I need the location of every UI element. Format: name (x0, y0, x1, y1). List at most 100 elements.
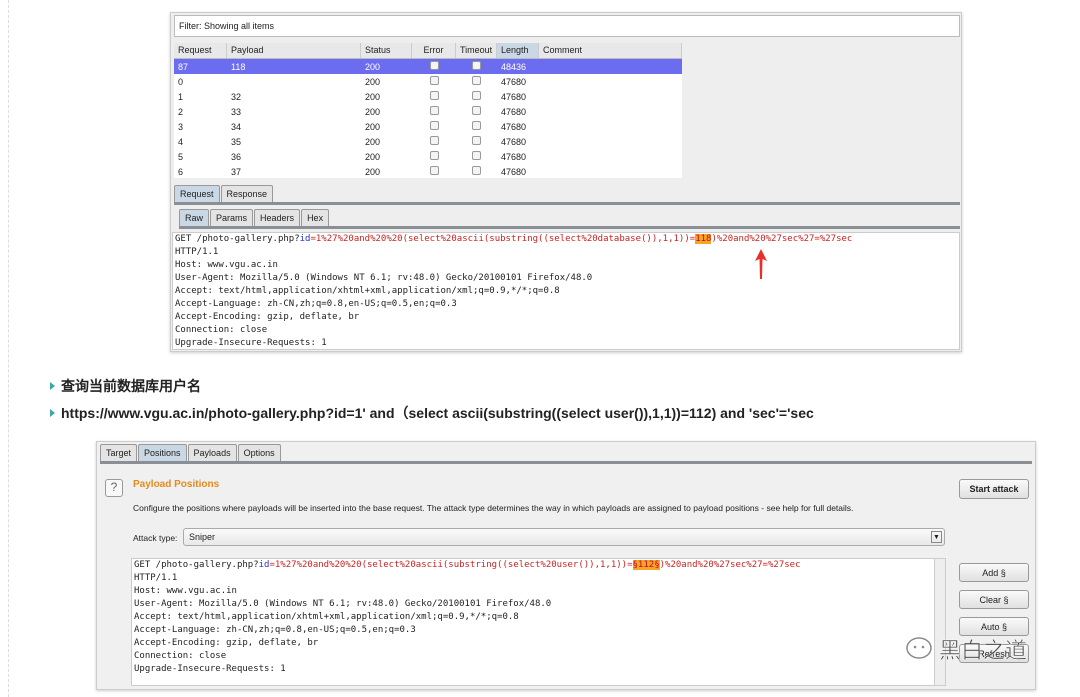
tab-headers[interactable]: Headers (254, 209, 301, 226)
header-line: Accept-Encoding: gzip, deflate, br (134, 638, 319, 648)
table-row[interactable]: 2 33 200 47680 (174, 104, 682, 119)
header-line: Accept: text/html,application/xhtml+xml,… (134, 612, 519, 622)
cell-request: 0 (178, 76, 184, 87)
cell-length: 47680 (501, 166, 527, 177)
cell-timeout (456, 61, 497, 72)
header-line: Connection: close (134, 651, 227, 661)
table-row[interactable]: 87 118 200 48436 (174, 59, 682, 74)
tab-raw[interactable]: Raw (179, 209, 210, 226)
request-param: id (299, 234, 311, 244)
cell-status: 200 (365, 136, 381, 147)
intruder-positions-window: Target Positions Payloads Options ? Payload… (96, 441, 1036, 690)
column-header-error[interactable]: Error (412, 43, 456, 58)
tab-params[interactable]: Params (210, 209, 254, 226)
table-row[interactable]: 6 37 200 47680 (174, 164, 682, 178)
cell-error (412, 121, 456, 132)
table-row[interactable]: 5 36 200 47680 (174, 149, 682, 164)
column-header-timeout[interactable]: Timeout (456, 43, 497, 58)
cell-request: 87 (178, 61, 189, 72)
request-val1: 1%27%20and%20%20(select%20ascii(substrin… (274, 560, 633, 570)
request-pre: GET /photo-gallery.php? (134, 560, 259, 570)
cell-length: 47680 (501, 121, 527, 132)
cell-status: 200 (365, 166, 381, 177)
tab-hex[interactable]: Hex (301, 209, 330, 226)
column-header-request[interactable]: Request (174, 43, 227, 58)
request-val2: )%20and%20%27sec%27=%27sec (711, 234, 853, 244)
header-line: User-Agent: Mozilla/5.0 (Windows NT 6.1;… (175, 273, 593, 283)
header-line: Host: www.vgu.ac.in (175, 260, 278, 270)
cell-error (412, 76, 456, 87)
tab-target[interactable]: Target (100, 444, 138, 461)
cell-timeout (456, 91, 497, 102)
request-template-editor[interactable]: GET /photo-gallery.php?id=1%27%20and%20%… (131, 558, 946, 686)
column-header-payload[interactable]: Payload (227, 43, 361, 58)
cell-timeout (456, 121, 497, 132)
tab-options[interactable]: Options (237, 444, 281, 461)
cell-request: 5 (178, 151, 184, 162)
tab-response[interactable]: Response (220, 185, 274, 202)
cell-payload: 33 (231, 106, 242, 117)
header-line: HTTP/1.1 (175, 247, 219, 257)
column-header-status[interactable]: Status (361, 43, 412, 58)
header-line: Connection: close (175, 325, 268, 335)
column-header-comment[interactable]: Comment (539, 43, 682, 58)
cell-error (412, 166, 456, 177)
timeout-checkbox (472, 166, 481, 175)
bullet-triangle-icon (50, 382, 55, 390)
tab-positions[interactable]: Positions (138, 444, 187, 461)
bullet-triangle-icon (50, 409, 55, 417)
error-checkbox (429, 151, 439, 160)
request-val1: 1%27%20and%20%20(select%20ascii(substrin… (315, 234, 696, 244)
button-add[interactable]: Add § (959, 563, 1029, 582)
table-row[interactable]: 0 200 47680 (174, 74, 682, 89)
error-checkbox (429, 106, 439, 115)
button-clear[interactable]: Clear § (959, 590, 1029, 609)
scrollbar[interactable] (934, 559, 945, 685)
cell-timeout (456, 76, 497, 87)
cell-length: 47680 (501, 91, 527, 102)
timeout-checkbox (472, 106, 481, 115)
table-row[interactable]: 1 32 200 47680 (174, 89, 682, 104)
cell-status: 200 (365, 91, 381, 102)
cell-timeout (456, 166, 497, 177)
cell-timeout (456, 136, 497, 147)
timeout-checkbox (472, 121, 481, 130)
attack-type-select[interactable]: Sniper ▼ (183, 528, 945, 546)
intruder-results-window: Filter: Showing all items Request Payload… (170, 12, 962, 352)
timeout-checkbox (472, 61, 481, 70)
request-hl: §112§ (632, 560, 660, 570)
cell-length: 47680 (501, 106, 527, 117)
cell-status: 200 (365, 76, 381, 87)
tab-request[interactable]: Request (174, 185, 220, 202)
cell-payload: 37 (231, 166, 242, 177)
request-line: GET /photo-gallery.php?id=1%27%20and%20%… (175, 233, 957, 246)
cell-error (412, 151, 456, 162)
bullet-item: 查询当前数据库用户名 (50, 376, 201, 396)
request-val2: )%20and%20%27sec%27=%27sec (659, 560, 801, 570)
cell-error (412, 136, 456, 147)
cell-request: 3 (178, 121, 184, 132)
start-attack-button[interactable]: Start attack (959, 479, 1029, 499)
cell-payload: 35 (231, 136, 242, 147)
page-divider (8, 0, 9, 697)
table-row[interactable]: 3 34 200 47680 (174, 119, 682, 134)
header-line: HTTP/1.1 (134, 573, 178, 583)
cell-request: 2 (178, 106, 184, 117)
cell-payload: 34 (231, 121, 242, 132)
watermark: 黑白之道 (905, 633, 1027, 665)
section-description: Configure the positions where payloads w… (133, 503, 854, 513)
table-row[interactable]: 4 35 200 47680 (174, 134, 682, 149)
column-header-length[interactable]: Length (497, 43, 539, 58)
header-line: Upgrade-Insecure-Requests: 1 (134, 664, 286, 674)
tab-payloads[interactable]: Payloads (187, 444, 237, 461)
error-checkbox (429, 121, 439, 130)
request-editor[interactable]: GET /photo-gallery.php?id=1%27%20and%20%… (172, 232, 960, 350)
section-title: Payload Positions (133, 479, 220, 490)
results-table: Request Payload Status Error Timeout Length Co… (174, 43, 682, 178)
filter-bar[interactable]: Filter: Showing all items (174, 15, 960, 37)
intruder-tabs: Target Positions Payloads Options (100, 444, 1032, 464)
cell-length: 47680 (501, 136, 527, 147)
help-icon[interactable]: ? (105, 479, 123, 497)
cell-timeout (456, 106, 497, 117)
cell-error (412, 106, 456, 117)
